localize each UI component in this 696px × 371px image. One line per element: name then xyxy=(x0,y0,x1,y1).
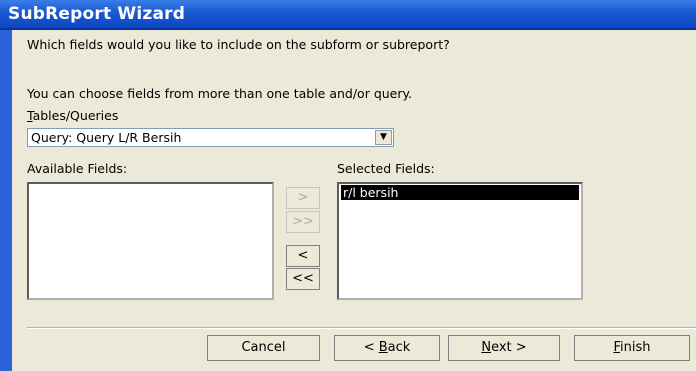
subreport-wizard-window: SubReport Wizard Which fields would you … xyxy=(0,0,696,371)
list-item[interactable]: r/l bersih xyxy=(341,185,579,200)
add-field-button[interactable]: > xyxy=(286,187,320,209)
remove-all-fields-button[interactable]: << xyxy=(286,268,320,290)
cancel-button[interactable]: Cancel xyxy=(207,335,320,361)
available-fields-list[interactable] xyxy=(27,182,274,300)
hint-text: You can choose fields from more than one… xyxy=(27,86,413,101)
tables-queries-label: Tables/Queries xyxy=(27,108,119,123)
back-button[interactable]: < Back xyxy=(334,335,440,361)
chevron-down-icon[interactable]: ▼ xyxy=(375,130,392,145)
add-all-fields-button[interactable]: >> xyxy=(286,211,320,233)
title-bar[interactable]: SubReport Wizard xyxy=(0,0,696,30)
tables-queries-select[interactable]: Query: Query L/R Bersih ▼ xyxy=(27,128,394,147)
selected-fields-list[interactable]: r/l bersih xyxy=(337,182,583,300)
remove-field-button[interactable]: < xyxy=(286,245,320,267)
next-button[interactable]: Next > xyxy=(448,335,560,361)
window-title: SubReport Wizard xyxy=(8,4,186,24)
selected-fields-label: Selected Fields: xyxy=(337,161,435,176)
tables-queries-value: Query: Query L/R Bersih xyxy=(31,130,182,145)
finish-button[interactable]: Finish xyxy=(574,335,690,361)
available-fields-label: Available Fields: xyxy=(27,161,128,176)
left-border xyxy=(0,30,12,371)
question-text: Which fields would you like to include o… xyxy=(27,37,450,52)
button-divider xyxy=(27,327,696,329)
